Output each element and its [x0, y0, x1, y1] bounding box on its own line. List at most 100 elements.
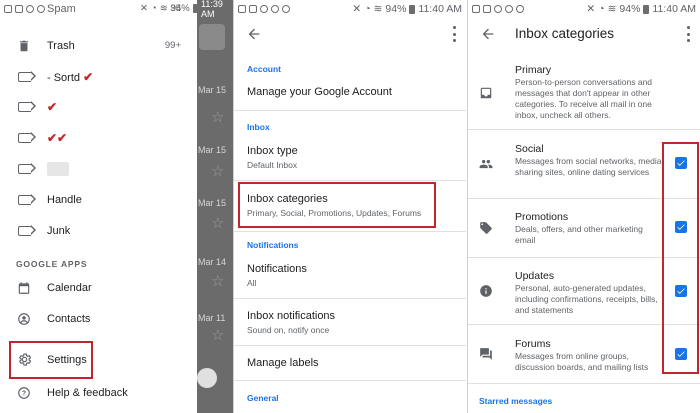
page-title: Inbox categories: [515, 26, 615, 41]
category-title: Forums: [515, 338, 551, 350]
category-description: Messages from online groups, discussion …: [515, 351, 649, 372]
drawer-item-trash[interactable]: Trash 99+: [0, 30, 197, 61]
alarm-icon: ◔: [598, 3, 605, 15]
mute-icon: ✕: [352, 3, 362, 15]
drawer-item-calendar[interactable]: Calendar: [0, 272, 197, 303]
category-title: Primary: [515, 64, 552, 76]
notification-icon: [249, 5, 257, 13]
info-icon: [480, 285, 492, 297]
gallery-icon: [238, 5, 246, 13]
status-bar: ✕ ◔ ≋ 94% 11:40 AM: [234, 0, 466, 18]
divider: [234, 380, 466, 381]
scrim-date: Mar 15: [198, 198, 227, 208]
label-icon: [16, 130, 36, 146]
category-title: Updates: [515, 270, 555, 282]
highlight-box-settings: [9, 341, 93, 379]
status-time: 11:40 AM: [652, 3, 696, 15]
notifications-title: Notifications: [247, 263, 307, 275]
alarm-icon: ◔: [364, 3, 371, 15]
drawer-item-junk[interactable]: Junk: [0, 215, 197, 246]
drawer-scrim[interactable]: Mar 15 ☆ Mar 15 ☆ Mar 15 ☆ Mar 14 ☆ Mar …: [197, 0, 233, 413]
drawer-item-label: Junk: [47, 224, 71, 237]
drawer-item-label-double-check[interactable]: ✔✔: [0, 122, 197, 153]
divider: [468, 383, 700, 384]
category-description: Personal, auto-generated updates, includ…: [515, 283, 658, 315]
back-arrow-icon[interactable]: [480, 26, 496, 42]
mute-icon: ✕: [140, 3, 148, 14]
divider: [468, 129, 700, 130]
drawer-item-label: Handle: [47, 193, 82, 206]
blurred-label: [47, 161, 69, 176]
label-icon: [16, 192, 36, 208]
section-header-general: General: [247, 393, 279, 403]
category-title: Social: [515, 143, 544, 155]
battery-icon: [192, 4, 199, 13]
drawer-item-handle[interactable]: Handle: [0, 184, 197, 215]
drawer-item-sortd[interactable]: - Sortd ✔: [0, 61, 197, 92]
app-icon: [282, 5, 290, 13]
scrim-date: Mar 15: [198, 85, 227, 95]
drawer-item-label: - Sortd ✔: [47, 70, 93, 84]
sync-icon: [494, 5, 502, 13]
category-title: Promotions: [515, 211, 569, 223]
category-description: Person-to-person conversations and messa…: [515, 77, 653, 120]
double-check-mark-icon: ✔✔: [47, 130, 68, 145]
label-icon: [16, 223, 36, 239]
manage-account-item[interactable]: Manage your Google Account: [247, 86, 392, 98]
drawer-item-label: Trash: [47, 39, 75, 52]
scrim-date: Mar 14: [198, 257, 227, 267]
trash-icon: [16, 38, 32, 54]
scrim-date: Mar 15: [198, 145, 227, 155]
star-icon: ☆: [211, 327, 225, 344]
inbox-type-title: Inbox type: [247, 145, 298, 157]
compose-fab: [197, 368, 217, 388]
category-description: Messages from social networks, media sha…: [515, 156, 662, 177]
drawer-item-help[interactable]: ? Help & feedback: [0, 377, 197, 408]
wifi-icon: ≋: [159, 3, 168, 14]
drawer-item-label: Help & feedback: [47, 386, 128, 399]
category-description: Deals, offers, and other marketing email: [515, 224, 643, 245]
status-bar: ✕ ◔ ≋ 94% 11:40 AM: [468, 0, 700, 18]
mute-icon: ✕: [586, 3, 596, 15]
manage-labels-item[interactable]: Manage labels: [247, 357, 319, 369]
drawer-item-count: 99+: [164, 40, 181, 51]
overflow-menu-icon[interactable]: [686, 26, 690, 42]
scrim-avatar: [199, 24, 225, 50]
navigation-drawer: Spam 35 Trash 99+ - Sortd ✔ ✔ ✔✔ Handle …: [0, 0, 197, 413]
drawer-item-label: Calendar: [47, 281, 92, 294]
overflow-menu-icon[interactable]: [452, 26, 456, 42]
scrim-date: Mar 11: [198, 313, 226, 323]
drawer-item-label: Contacts: [47, 312, 91, 325]
check-mark-icon: ✔: [83, 69, 94, 84]
divider: [234, 110, 466, 111]
wifi-icon: ≋: [373, 3, 383, 15]
highlight-box-inbox-categories: [238, 182, 436, 228]
section-header-inbox: Inbox: [247, 122, 270, 132]
wifi-icon: ≋: [607, 3, 617, 15]
drawer-item-contacts[interactable]: Contacts: [0, 303, 197, 334]
label-icon: [16, 99, 36, 115]
divider: [234, 231, 466, 232]
app-icon: [505, 5, 513, 13]
status-indicators: ✕ ◔ ≋ 94%: [140, 3, 199, 14]
drawer-item-label: Spam: [47, 3, 76, 15]
battery-icon: [643, 4, 650, 14]
label-text: - Sortd: [47, 71, 81, 84]
status-time: 11:39 AM: [201, 0, 223, 19]
section-header-starred: Starred messages: [479, 396, 553, 406]
section-header-google-apps: GOOGLE APPS: [16, 259, 88, 269]
drawer-item-label-blurred[interactable]: [0, 153, 197, 184]
back-arrow-icon[interactable]: [246, 26, 262, 42]
sync-icon: [260, 5, 268, 13]
battery-icon: [409, 4, 416, 14]
notification-icon: [483, 5, 491, 13]
app-icon: [516, 5, 524, 13]
drawer-panel: Mar 15 ☆ Mar 15 ☆ Mar 15 ☆ Mar 14 ☆ Mar …: [0, 0, 233, 413]
inbox-notifications-value: Sound on, notify once: [247, 325, 330, 335]
label-icon: [16, 69, 36, 85]
check-mark-icon: ✔: [47, 99, 58, 114]
section-header-notifications: Notifications: [247, 240, 299, 250]
star-icon: ☆: [211, 215, 225, 232]
drawer-item-label-check[interactable]: ✔: [0, 91, 197, 122]
status-bar-right: 11:39 AM: [197, 0, 233, 19]
